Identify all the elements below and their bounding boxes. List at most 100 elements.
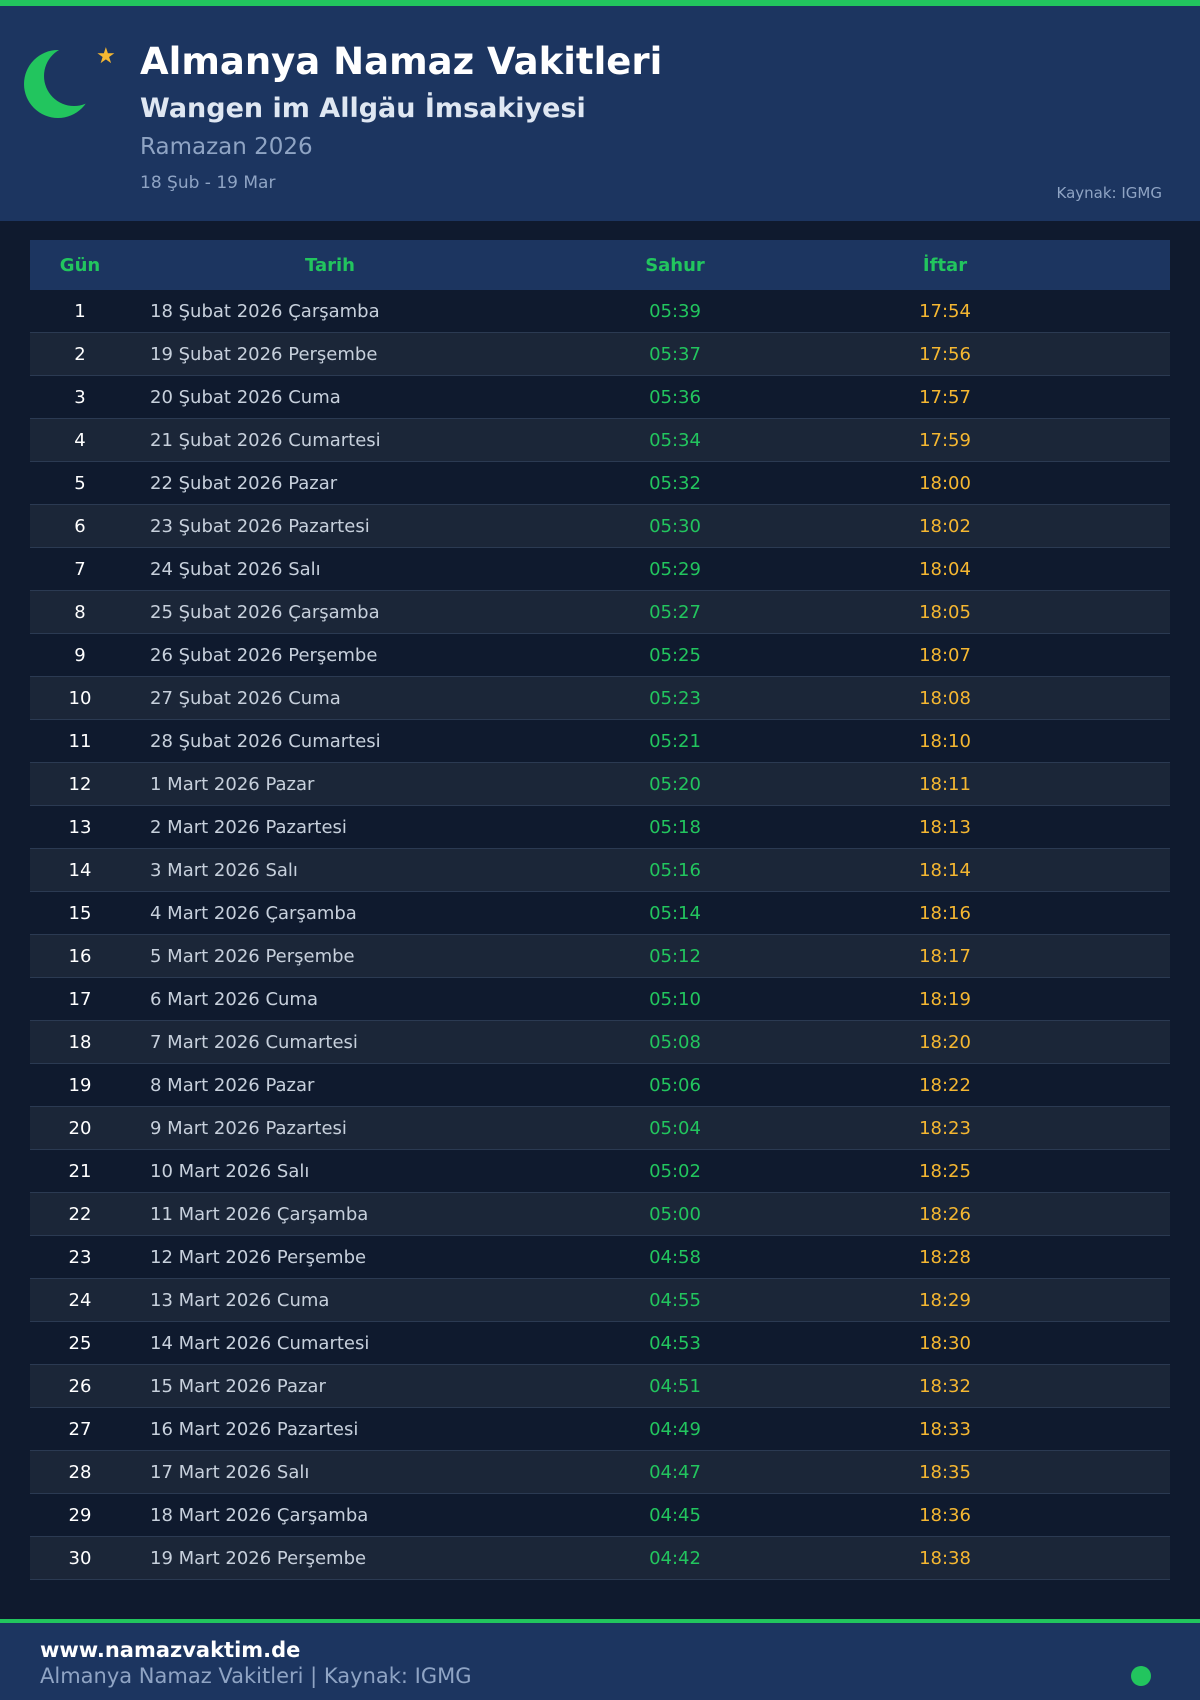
ramadan-year: Ramazan 2026 [140,134,313,160]
sahur-time: 05:23 [649,687,701,709]
day-cell: 23 [68,1246,92,1268]
date-cell: 14 Mart 2026 Cumartesi [150,1332,370,1354]
table-row: 28 17 Mart 2026 Salı 04:47 18:35 [30,1451,1170,1494]
column-header-iftar: İftar [922,254,968,276]
day-cell: 8 [74,601,86,623]
day-cell: 28 [68,1461,92,1483]
date-cell: 28 Şubat 2026 Cumartesi [150,730,381,752]
table-row: 16 5 Mart 2026 Perşembe 05:12 18:17 [30,935,1170,978]
day-cell: 16 [68,945,92,967]
iftar-time: 18:30 [919,1332,971,1354]
iftar-time: 18:16 [919,902,971,924]
date-cell: 3 Mart 2026 Salı [150,859,298,881]
sahur-time: 04:42 [649,1547,701,1569]
iftar-time: 18:36 [919,1504,971,1526]
table-row: 20 9 Mart 2026 Pazartesi 05:04 18:23 [30,1107,1170,1150]
date-cell: 2 Mart 2026 Pazartesi [150,816,347,838]
sahur-time: 05:29 [649,558,701,580]
sahur-time: 05:00 [649,1203,701,1225]
day-cell: 20 [68,1117,92,1139]
date-cell: 26 Şubat 2026 Perşembe [150,644,378,666]
sahur-time: 05:32 [649,472,701,494]
date-cell: 21 Şubat 2026 Cumartesi [150,429,381,451]
table-row: 2 19 Şubat 2026 Perşembe 05:37 17:56 [30,333,1170,376]
date-cell: 16 Mart 2026 Pazartesi [150,1418,359,1440]
date-cell: 19 Şubat 2026 Perşembe [150,343,378,365]
date-cell: 23 Şubat 2026 Pazartesi [150,515,370,537]
table-row: 15 4 Mart 2026 Çarşamba 05:14 18:16 [30,892,1170,935]
iftar-time: 18:11 [919,773,971,795]
column-header-day: Gün [59,254,101,276]
sahur-time: 04:47 [649,1461,701,1483]
day-cell: 13 [68,816,92,838]
sahur-time: 04:45 [649,1504,701,1526]
table-row: 29 18 Mart 2026 Çarşamba 04:45 18:36 [30,1494,1170,1537]
date-cell: 5 Mart 2026 Perşembe [150,945,355,967]
date-cell: 7 Mart 2026 Cumartesi [150,1031,358,1053]
table-row: 5 22 Şubat 2026 Pazar 05:32 18:00 [30,462,1170,505]
date-cell: 19 Mart 2026 Perşembe [150,1547,367,1569]
sahur-time: 05:12 [649,945,701,967]
iftar-time: 18:29 [919,1289,971,1311]
day-cell: 17 [68,988,92,1010]
sahur-time: 05:27 [649,601,701,623]
iftar-time: 18:14 [919,859,971,881]
iftar-time: 18:13 [919,816,971,838]
sahur-time: 05:16 [649,859,701,881]
date-cell: 20 Şubat 2026 Cuma [150,386,341,408]
date-cell: 13 Mart 2026 Cuma [150,1289,330,1311]
sahur-time: 05:20 [649,773,701,795]
day-cell: 27 [68,1418,92,1440]
date-cell: 6 Mart 2026 Cuma [150,988,318,1010]
page-title: Almanya Namaz Vakitleri [140,40,663,83]
sahur-time: 05:14 [649,902,701,924]
table-row: 1 18 Şubat 2026 Çarşamba 05:39 17:54 [30,290,1170,333]
footer-text: Almanya Namaz Vakitleri | Kaynak: IGMG [40,1664,472,1688]
iftar-time: 18:20 [919,1031,971,1053]
iftar-time: 18:07 [919,644,971,666]
table-row: 19 8 Mart 2026 Pazar 05:06 18:22 [30,1064,1170,1107]
sahur-time: 05:08 [649,1031,701,1053]
iftar-time: 18:00 [919,472,971,494]
table-row: 3 20 Şubat 2026 Cuma 05:36 17:57 [30,376,1170,419]
day-cell: 21 [68,1160,92,1182]
sahur-time: 05:34 [649,429,701,451]
day-cell: 10 [68,687,92,709]
star-icon: ★ [96,44,116,69]
table-row: 10 27 Şubat 2026 Cuma 05:23 18:08 [30,677,1170,720]
date-cell: 18 Şubat 2026 Çarşamba [150,300,380,322]
sahur-time: 04:53 [649,1332,701,1354]
iftar-time: 17:56 [919,343,971,365]
sahur-time: 05:25 [649,644,701,666]
sahur-time: 04:58 [649,1246,701,1268]
table-row: 11 28 Şubat 2026 Cumartesi 05:21 18:10 [30,720,1170,763]
table-row: 8 25 Şubat 2026 Çarşamba 05:27 18:05 [30,591,1170,634]
table-body: 1 18 Şubat 2026 Çarşamba 05:39 17:54 2 19 Şub… [30,290,1170,1580]
sahur-time: 05:02 [649,1160,701,1182]
date-cell: 27 Şubat 2026 Cuma [150,687,341,709]
iftar-time: 18:05 [919,601,971,623]
column-header-date: Tarih [305,254,355,276]
date-cell: 8 Mart 2026 Pazar [150,1074,315,1096]
date-cell: 1 Mart 2026 Pazar [150,773,315,795]
day-cell: 25 [68,1332,92,1354]
iftar-time: 17:57 [919,386,971,408]
prayer-times-table: Gün Tarih Sahur İftar 1 18 Şubat 2026 Çar… [30,240,1170,1580]
table-row: 9 26 Şubat 2026 Perşembe 05:25 18:07 [30,634,1170,677]
table-row: 17 6 Mart 2026 Cuma 05:10 18:19 [30,978,1170,1021]
date-cell: 12 Mart 2026 Perşembe [150,1246,367,1268]
day-cell: 5 [74,472,86,494]
table-row: 12 1 Mart 2026 Pazar 05:20 18:11 [30,763,1170,806]
iftar-time: 18:26 [919,1203,971,1225]
day-cell: 19 [68,1074,92,1096]
iftar-time: 18:10 [919,730,971,752]
iftar-time: 18:28 [919,1246,971,1268]
iftar-time: 17:59 [919,429,971,451]
table-header: Gün Tarih Sahur İftar [30,240,1170,290]
page: ★ Almanya Namaz Vakitleri Wangen im Allg… [0,0,1200,1700]
iftar-time: 18:33 [919,1418,971,1440]
footer-url: www.namazvaktim.de [40,1638,301,1662]
iftar-time: 18:35 [919,1461,971,1483]
table-row: 18 7 Mart 2026 Cumartesi 05:08 18:20 [30,1021,1170,1064]
sahur-time: 04:49 [649,1418,701,1440]
